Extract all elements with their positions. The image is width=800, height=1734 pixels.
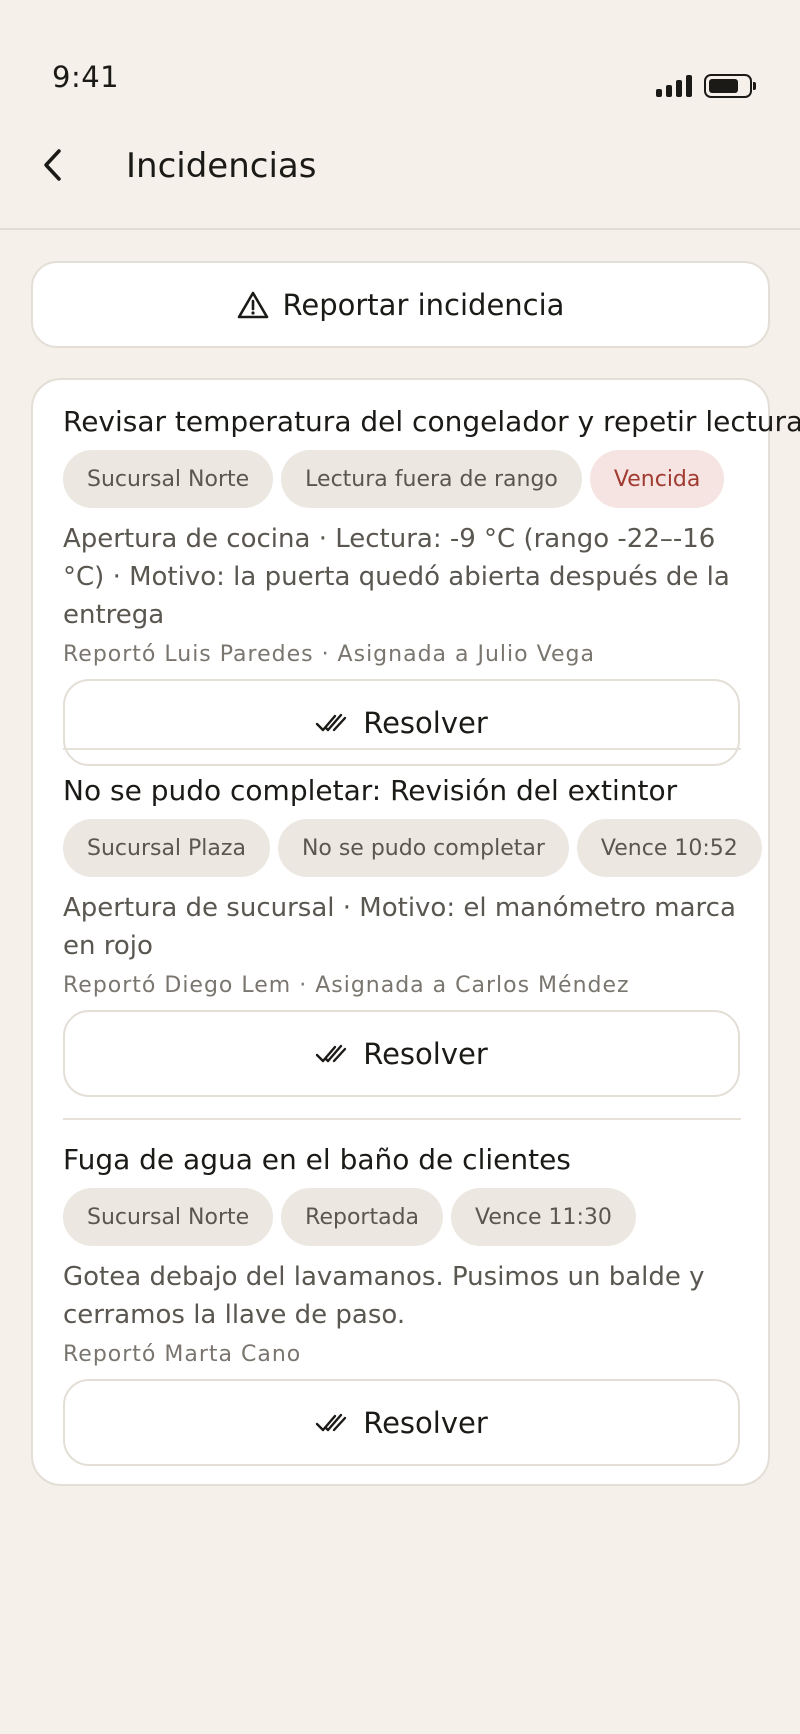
- header: Incidencias: [0, 120, 800, 230]
- incident-description: Gotea debajo del lavamanos. Pusimos un b…: [63, 1262, 705, 1330]
- resolve-label: Resolver: [363, 705, 488, 740]
- cellular-signal-icon: [656, 75, 692, 97]
- page-title: Incidencias: [126, 146, 317, 186]
- resolve-button[interactable]: Resolver: [63, 679, 740, 766]
- incident-meta: Reportó Luis Paredes · Asignada a Julio …: [63, 642, 595, 667]
- report-incident-label: Reportar incidencia: [282, 287, 565, 322]
- double-check-icon: [316, 1044, 347, 1062]
- double-check-icon: [316, 1413, 347, 1431]
- incident-title: No se pudo completar: Revisión del extin…: [63, 774, 678, 807]
- resolve-label: Resolver: [363, 1036, 488, 1071]
- type-tag: Lectura fuera de rango: [281, 450, 582, 508]
- report-incident-button[interactable]: Reportar incidencia: [31, 261, 770, 348]
- resolve-button[interactable]: Resolver: [63, 1379, 740, 1466]
- due-status-tag: Vence 10:52: [576, 819, 762, 877]
- branch-tag: Sucursal Plaza: [63, 819, 270, 877]
- due-status-tag: Vence 11:30: [451, 1188, 636, 1246]
- status-bar: 9:41: [0, 0, 800, 120]
- incident-description: Apertura de cocina · Lectura: -9 °C (ran…: [63, 524, 730, 630]
- incident-tags: Sucursal Norte Reportada Vence 11:30: [63, 1188, 741, 1246]
- incident-title: Revisar temperatura del congelador y rep…: [63, 405, 800, 438]
- branch-tag: Sucursal Norte: [63, 1188, 274, 1246]
- incident-item: No se pudo completar: Revisión del extin…: [63, 771, 762, 1097]
- incident-tags: Sucursal Norte Lectura fuera de rango Ve…: [63, 450, 741, 508]
- incident-title: Fuga de agua en el baño de clientes: [63, 1143, 571, 1176]
- warning-triangle-icon: [237, 291, 268, 318]
- chevron-left-icon: [44, 149, 61, 181]
- incident-tags: Sucursal Plaza No se pudo completar Venc…: [63, 819, 762, 877]
- divider: [63, 1118, 741, 1120]
- incident-item: Revisar temperatura del congelador y rep…: [63, 402, 800, 766]
- resolve-button[interactable]: Resolver: [63, 1010, 740, 1097]
- due-status-tag: Vencida: [589, 450, 725, 508]
- incident-item: Fuga de agua en el baño de clientes Sucu…: [63, 1140, 741, 1466]
- resolve-label: Resolver: [363, 1405, 488, 1440]
- divider: [63, 748, 741, 750]
- type-tag: No se pudo completar: [277, 819, 569, 877]
- type-tag: Reportada: [281, 1188, 444, 1246]
- double-check-icon: [316, 713, 347, 731]
- incident-meta: Reportó Diego Lem · Asignada a Carlos Mé…: [63, 973, 630, 998]
- incident-description: Apertura de sucursal · Motivo: el manóme…: [63, 893, 736, 961]
- incidents-list: Revisar temperatura del congelador y rep…: [31, 378, 800, 1486]
- status-icons: [656, 74, 756, 98]
- back-button[interactable]: [30, 142, 76, 188]
- incident-meta: Reportó Marta Cano: [63, 1342, 302, 1367]
- branch-tag: Sucursal Norte: [63, 450, 274, 508]
- battery-icon: [704, 74, 756, 98]
- status-time: 9:41: [52, 60, 120, 94]
